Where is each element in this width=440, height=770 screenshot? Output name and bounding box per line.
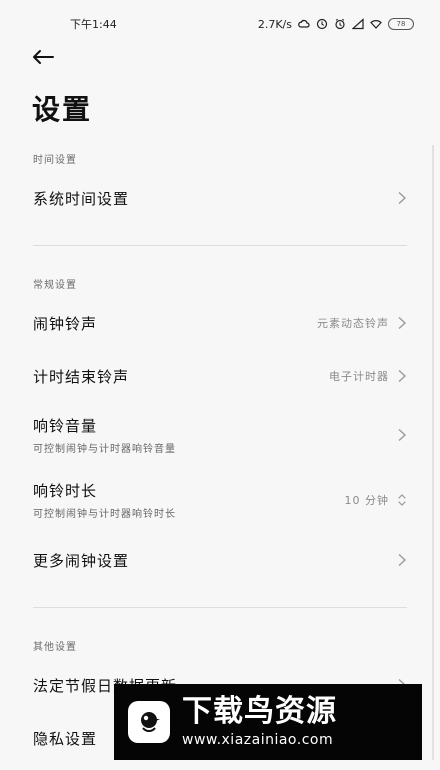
chevron-right-icon (397, 369, 407, 383)
arrow-left-icon (31, 49, 55, 69)
row-value: 元素动态铃声 (317, 317, 389, 330)
row-trailing: 10 分钟 (345, 492, 408, 508)
section-divider (33, 607, 407, 608)
status-time: 下午1:44 (70, 18, 117, 31)
section-divider (33, 245, 407, 246)
bird-logo-icon (128, 701, 170, 743)
row-label: 更多闹钟设置 (33, 551, 130, 570)
chevron-right-icon (397, 316, 407, 330)
row-trailing: 电子计时器 (329, 368, 407, 384)
row-trailing (397, 428, 407, 442)
unfold-icon (397, 493, 407, 507)
row-content: 响铃音量 可控制闹钟与计时器响铃音量 (33, 415, 176, 455)
row-label: 系统时间设置 (33, 189, 130, 208)
row-content: 更多闹钟设置 (33, 550, 129, 571)
watermark-banner: 下载鸟资源 www.xiazainiao.com (114, 684, 422, 760)
wifi-icon (370, 18, 382, 30)
row-sublabel: 可控制闹钟与计时器响铃时长 (33, 509, 176, 520)
row-label: 计时结束铃声 (33, 367, 130, 386)
row-content: 计时结束铃声 (33, 366, 129, 387)
network-speed: 2.7K/s (257, 17, 292, 31)
row-content: 隐私设置 (33, 728, 97, 749)
row-content: 响铃时长 可控制闹钟与计时器响铃时长 (33, 480, 176, 520)
system-time-setting[interactable]: 系统时间设置 (33, 172, 407, 224)
row-content: 闹钟铃声 (33, 313, 97, 334)
ring-duration-setting[interactable]: 响铃时长 可控制闹钟与计时器响铃时长 10 分钟 (33, 474, 407, 526)
row-label: 隐私设置 (33, 729, 98, 748)
battery-icon: 78 (388, 18, 414, 30)
status-bar: 下午1:44 2.7K/s 78 (0, 0, 440, 48)
row-trailing (397, 553, 407, 567)
section-title-general: 常规设置 (33, 280, 77, 291)
row-label: 响铃音量 (33, 417, 98, 435)
timer-end-ringtone-setting[interactable]: 计时结束铃声 电子计时器 (33, 350, 407, 402)
cloud-icon (298, 18, 310, 30)
notification-icon (316, 18, 328, 30)
scrollbar[interactable] (432, 145, 434, 760)
section-title-time: 时间设置 (33, 155, 77, 166)
signal-icon (352, 18, 364, 30)
section-title-other: 其他设置 (33, 642, 77, 653)
row-trailing (397, 191, 407, 205)
row-value: 10 分钟 (344, 494, 389, 507)
chevron-right-icon (397, 428, 407, 442)
alarm-ringtone-setting[interactable]: 闹钟铃声 元素动态铃声 (33, 297, 407, 349)
watermark-title: 下载鸟资源 (182, 694, 337, 729)
page-title: 设置 (32, 93, 93, 126)
status-indicators: 2.7K/s 78 (258, 18, 414, 31)
row-label: 闹钟铃声 (33, 314, 98, 333)
watermark-text: 下载鸟资源 www.xiazainiao.com (182, 694, 337, 748)
watermark-url: www.xiazainiao.com (182, 732, 334, 748)
row-trailing: 元素动态铃声 (317, 315, 407, 331)
row-value: 电子计时器 (329, 370, 389, 383)
row-sublabel: 可控制闹钟与计时器响铃音量 (33, 444, 176, 455)
alarm-icon (334, 18, 346, 30)
ring-volume-setting[interactable]: 响铃音量 可控制闹钟与计时器响铃音量 (33, 409, 407, 461)
row-label: 响铃时长 (33, 482, 98, 500)
chevron-right-icon (397, 191, 407, 205)
chevron-right-icon (397, 553, 407, 567)
back-button[interactable] (31, 47, 59, 71)
row-content: 系统时间设置 (33, 188, 129, 209)
more-alarm-settings[interactable]: 更多闹钟设置 (33, 534, 407, 586)
